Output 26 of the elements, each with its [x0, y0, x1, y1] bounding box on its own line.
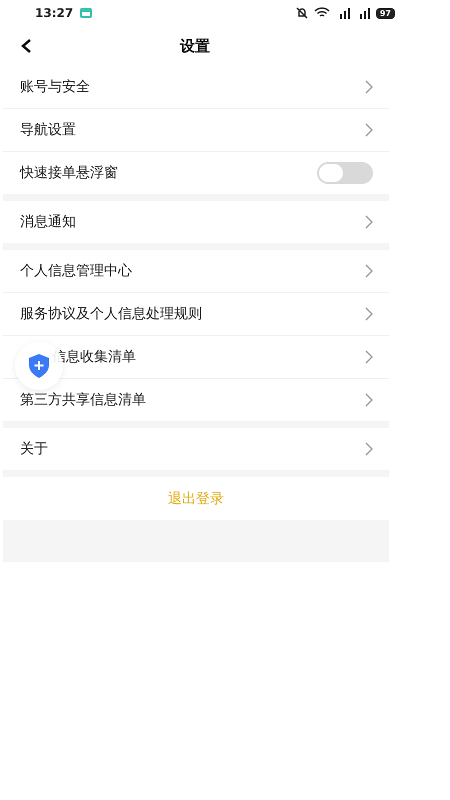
chevron-icon [365, 123, 373, 137]
chevron-icon [365, 393, 373, 407]
settings-item[interactable]: 导航设置 [20, 121, 76, 139]
bell-off-icon [296, 7, 308, 19]
shield-plus-icon [27, 353, 51, 379]
wifi-icon [314, 7, 330, 19]
settings-item[interactable]: 消息通知 [20, 213, 76, 231]
chevron-icon [365, 264, 373, 278]
settings-item[interactable]: 信息收集清单 [52, 348, 136, 366]
chevron-icon [365, 350, 373, 364]
settings-item[interactable]: 关于 [20, 440, 48, 458]
toggle-switch[interactable] [317, 162, 373, 184]
calendar-icon [80, 8, 92, 18]
back-icon[interactable] [20, 38, 32, 54]
status-time: 13:27 [35, 6, 74, 20]
chevron-icon [365, 80, 373, 94]
chevron-icon [365, 215, 373, 229]
page-title: 设置 [180, 36, 210, 56]
settings-item[interactable]: 第三方共享信息清单 [20, 391, 146, 409]
settings-item[interactable]: 个人信息管理中心 [20, 262, 132, 280]
settings-item[interactable]: 账号与安全 [20, 78, 90, 96]
chevron-icon [365, 307, 373, 321]
chevron-icon [365, 442, 373, 456]
settings-item[interactable]: 服务协议及个人信息处理规则 [20, 305, 202, 323]
battery-level: 97 [376, 8, 395, 18]
settings-item[interactable]: 快速接单悬浮窗 [20, 164, 118, 182]
